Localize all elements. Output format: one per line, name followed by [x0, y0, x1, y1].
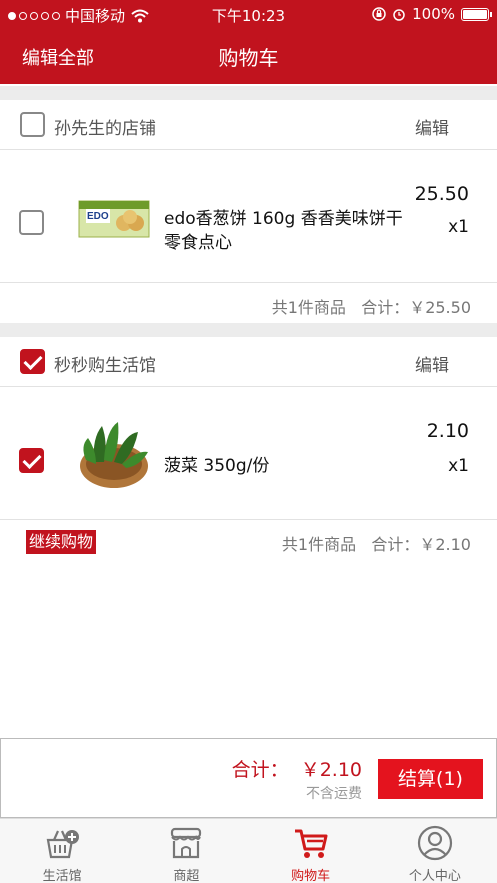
tab-supermarket[interactable]: 商超 — [124, 819, 248, 883]
item-price: 25.50 — [414, 183, 469, 205]
tab-bar: 生活馆 商超 购物车 个人中心 — [0, 818, 497, 883]
nav-bar: 编辑全部 购物车 — [0, 28, 497, 84]
item-quantity: x1 — [448, 456, 469, 476]
shop-header: 秒秒购生活馆 编辑 — [0, 337, 497, 387]
tab-profile[interactable]: 个人中心 — [373, 819, 497, 883]
tab-label: 生活馆 — [42, 869, 82, 883]
section-divider — [0, 323, 497, 337]
tab-life-store[interactable]: 生活馆 — [0, 819, 124, 883]
shop-name: 秒秒购生活馆 — [54, 356, 156, 376]
cart-total: 合计： ￥2.10 — [231, 759, 362, 781]
shop-header: 孙先生的店铺 编辑 — [0, 100, 497, 150]
item-name[interactable]: edo香葱饼 160g 香香美味饼干零食点心 — [164, 207, 409, 255]
item-thumbnail[interactable] — [78, 418, 150, 490]
cart-icon — [294, 829, 328, 858]
item-name[interactable]: 菠菜 350g/份 — [164, 454, 409, 478]
item-select-checkbox[interactable] — [19, 448, 44, 473]
status-bar: 中国移动 下午10:23 100% — [0, 0, 497, 28]
edit-all-button[interactable]: 编辑全部 — [22, 44, 94, 70]
item-select-checkbox[interactable] — [19, 210, 44, 235]
user-icon — [417, 825, 452, 861]
shop-name: 孙先生的店铺 — [54, 119, 156, 139]
shop-edit-button[interactable]: 编辑 — [415, 114, 449, 139]
item-thumbnail-logo: EDO — [87, 211, 109, 222]
shipping-note: 不含运费 — [306, 786, 362, 802]
checkout-bar: 合计： ￥2.10 不含运费 结算(1) — [0, 738, 497, 818]
cart-item: EDO edo香葱饼 160g 香香美味饼干零食点心 25.50 x1 — [0, 151, 497, 283]
shop-subtotal-text: 共1件商品 合计：￥25.50 — [271, 298, 471, 317]
shop-select-checkbox[interactable] — [20, 349, 45, 374]
shop-subtotal: 共1件商品 合计：￥25.50 — [0, 284, 497, 324]
tab-label: 个人中心 — [408, 869, 461, 883]
store-icon — [171, 827, 202, 859]
checkout-button[interactable]: 结算(1) — [378, 759, 483, 799]
battery-icon — [461, 7, 492, 21]
item-price: 2.10 — [426, 420, 469, 442]
alarm-icon — [393, 9, 405, 21]
continue-shopping-button[interactable]: 继续购物 — [26, 530, 97, 554]
status-right: 100% — [372, 5, 492, 23]
basket-plus-icon — [46, 830, 80, 859]
item-quantity: x1 — [448, 217, 469, 237]
shop-subtotal-text: 共1件商品 合计：￥2.10 — [281, 535, 471, 554]
tab-cart[interactable]: 购物车 — [249, 819, 373, 883]
tab-label: 商超 — [173, 869, 200, 883]
tab-label: 购物车 — [291, 869, 331, 883]
battery-percent: 100% — [412, 5, 455, 23]
shop-select-checkbox[interactable] — [20, 112, 45, 137]
section-divider — [0, 86, 497, 100]
shop-edit-button[interactable]: 编辑 — [415, 351, 449, 376]
cart-item: 菠菜 350g/份 2.10 x1 — [0, 388, 497, 520]
rotation-lock-icon — [372, 7, 386, 21]
